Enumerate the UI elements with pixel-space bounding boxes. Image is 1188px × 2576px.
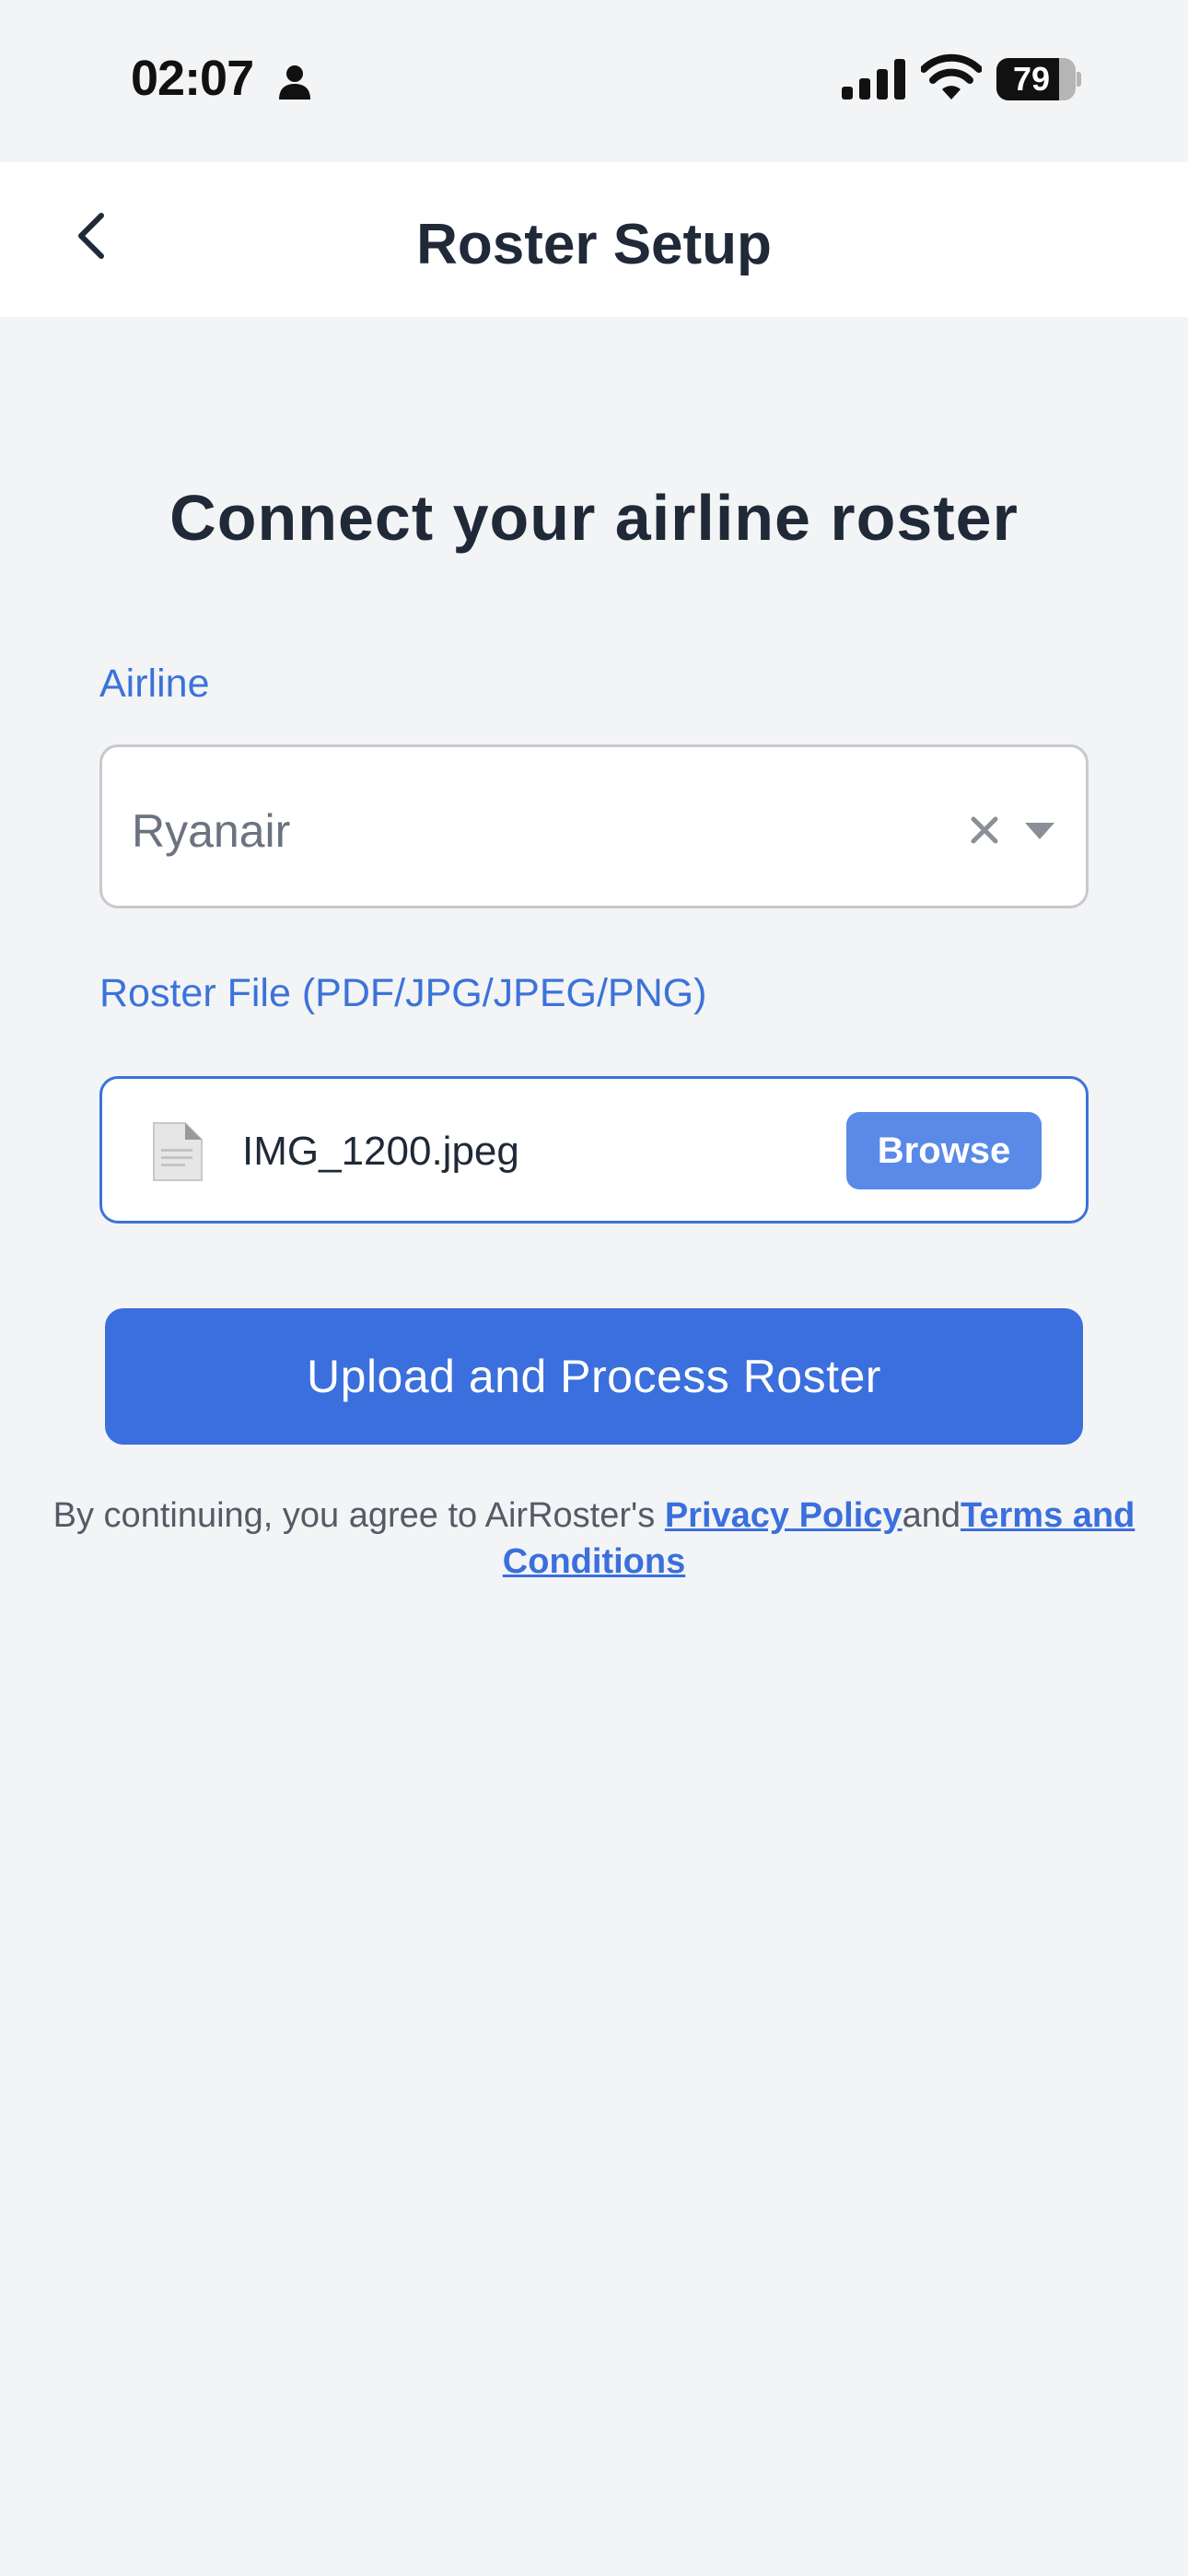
roster-file-label: Roster File (PDF/JPG/JPEG/PNG) [99,971,707,1015]
person-icon [279,65,310,100]
signal-icon [842,59,905,100]
roster-setup-screen: 02:07 79 Roster Setup Connect your airli… [0,0,1188,2576]
status-bar: 02:07 79 [0,0,1188,162]
browse-button[interactable]: Browse [846,1112,1042,1189]
caret-down-icon[interactable] [1023,821,1056,841]
privacy-policy-link[interactable]: Privacy Policy [665,1496,903,1535]
airline-select[interactable]: Ryanair [99,744,1089,908]
document-icon [153,1122,203,1181]
legal-connector: and [902,1496,961,1535]
legal-notice: By continuing, you agree to AirRoster's … [0,1493,1188,1585]
battery-percent: 79 [1012,60,1051,98]
file-name: IMG_1200.jpeg [242,1129,519,1174]
airline-value: Ryanair [132,805,291,857]
roster-file-input[interactable]: IMG_1200.jpeg Browse [99,1076,1089,1224]
navigation-header: Roster Setup [0,162,1188,317]
section-title: Connect your airline roster [169,482,1019,554]
legal-prefix: By continuing, you agree to AirRoster's [52,1496,665,1535]
upload-process-button[interactable]: Upload and Process Roster [105,1308,1083,1445]
page-title: Roster Setup [416,213,772,276]
battery-icon: 79 [996,58,1081,100]
close-icon[interactable] [968,814,1001,847]
wifi-icon [921,53,982,100]
airline-label: Airline [99,662,210,706]
status-time: 02:07 [131,51,254,106]
